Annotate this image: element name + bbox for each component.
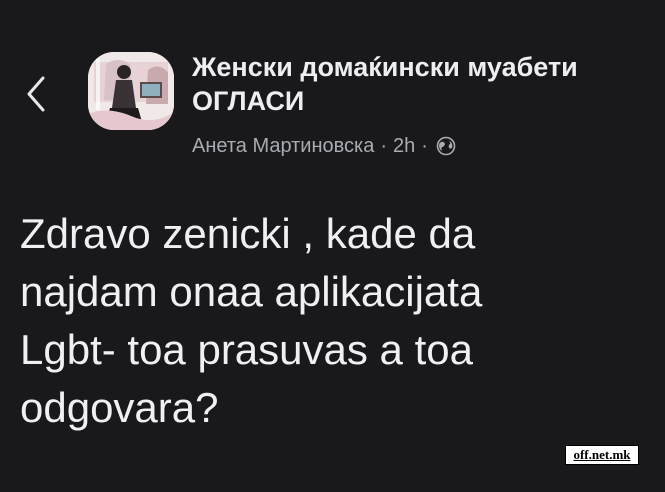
group-title-name: Женски домаќински муабети [192, 52, 578, 82]
post-text-line: odgovara? [20, 384, 219, 431]
post-meta: Анета Мартиновска · 2h · [192, 133, 456, 159]
post-time[interactable]: 2h [393, 133, 415, 159]
meta-separator: · [380, 135, 388, 157]
post-text-line: najdam onaa aplikacijata [20, 268, 483, 315]
post-text-line: Lgbt- toa prasuvas a toa [20, 326, 473, 373]
group-avatar[interactable] [88, 52, 174, 130]
author-name[interactable]: Анета Мартиновска [192, 133, 374, 159]
group-title[interactable]: Женски домаќински муабети ОГЛАСИ [192, 50, 578, 118]
watermark: off.net.mk [565, 445, 639, 465]
back-button[interactable] [22, 72, 50, 116]
post-text: Zdravo zenicki , kade da najdam onaa apl… [20, 205, 650, 437]
globe-icon [436, 136, 456, 156]
chevron-left-icon [27, 76, 45, 112]
meta-separator: · [421, 135, 428, 157]
group-title-subtitle: ОГЛАСИ [192, 86, 305, 116]
post-text-line: Zdravo zenicki , kade da [20, 210, 476, 257]
group-avatar-image [88, 52, 174, 130]
